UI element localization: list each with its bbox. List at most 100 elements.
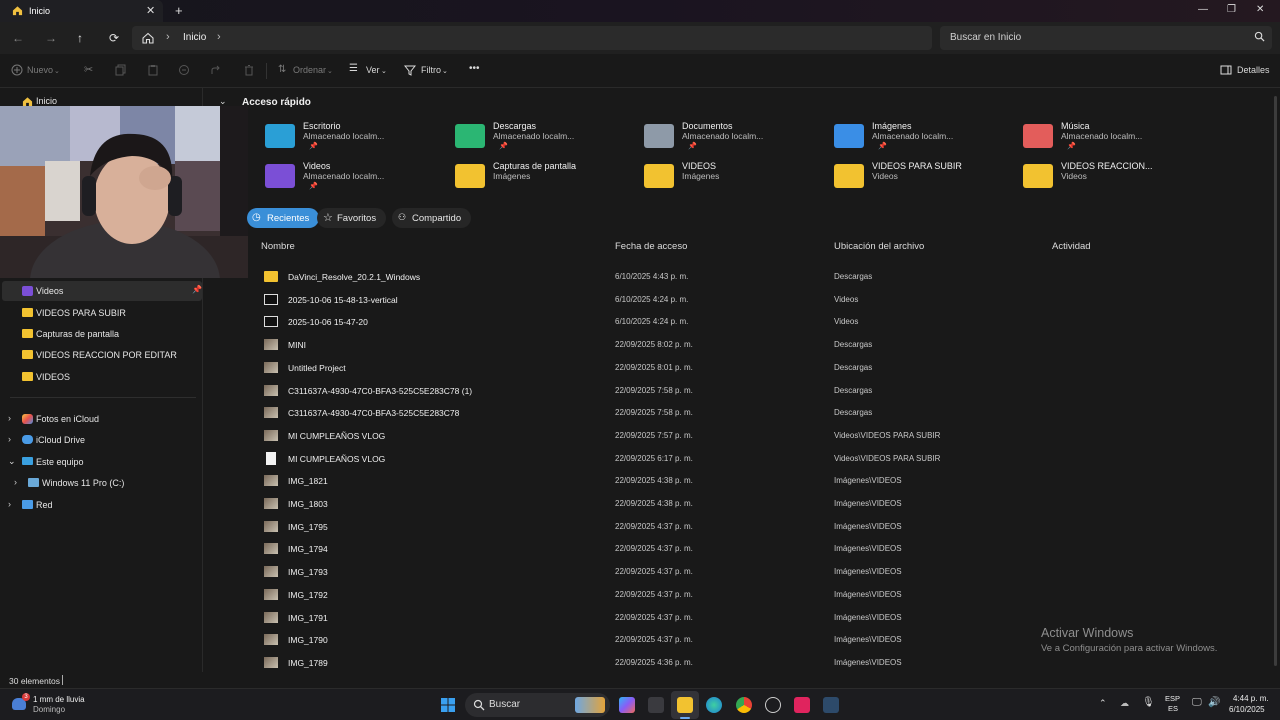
column-header-date[interactable]: Fecha de acceso [615,241,687,252]
view-button[interactable]: Ver [366,65,380,75]
table-row[interactable]: IMG_1794 22/09/2025 4:37 p. m. Imágenes\VI… [260,538,1270,561]
quick-access-item-imagenes[interactable]: Imágenes Almacenado localm... 📌 [834,121,1014,157]
file-explorer-icon[interactable] [677,697,693,713]
tiktok-icon[interactable] [794,697,810,713]
quick-access-item-videos[interactable]: Videos Almacenado localm... 📌 [265,161,445,197]
scrollbar[interactable] [1274,96,1277,666]
edge-icon[interactable] [706,697,722,713]
copy-icon[interactable] [115,64,127,76]
table-row[interactable]: IMG_1792 22/09/2025 4:37 p. m. Imágenes\VI… [260,584,1270,607]
filter-button[interactable]: Filtro [421,65,441,75]
chrome-icon[interactable] [736,697,752,713]
chevron-right-icon[interactable]: › [8,413,11,423]
table-row[interactable]: MI CUMPLEAÑOS VLOG 22/09/2025 6:17 p. m. V… [260,448,1270,471]
quick-access-item-capturas[interactable]: Capturas de pantalla Imágenes [455,161,635,197]
rename-icon[interactable] [178,64,190,76]
cloud-sync-icon[interactable]: ☁ [1120,698,1129,709]
sort-button[interactable]: Ordenar [293,65,326,75]
table-row[interactable]: C311637A-4930-47C0-BFA3-525C5E283C78 22/0… [260,402,1270,425]
tab-inicio[interactable]: Inicio ✕ [0,0,163,22]
weather-widget[interactable]: 3 1 mm de lluvia Domingo [8,693,108,717]
quick-access-item-videos-para-subir[interactable]: VIDEOS PARA SUBIR Videos [834,161,1014,197]
language-code[interactable]: ESP [1165,694,1180,703]
pin-icon: 📌 [309,143,318,150]
table-row[interactable]: IMG_1821 22/09/2025 4:38 p. m. Imágenes\VI… [260,470,1270,493]
cut-icon[interactable]: ✂ [84,63,93,76]
column-header-location[interactable]: Ubicación del archivo [834,241,924,252]
start-icon[interactable] [440,697,456,713]
chevron-right-icon[interactable]: › [8,434,11,444]
chevron-down-icon[interactable]: ⌄ [8,456,16,467]
clock-date[interactable]: 6/10/2025 [1229,705,1265,714]
pin-icon[interactable]: 📌 [192,285,202,294]
table-row[interactable]: MI CUMPLEAÑOS VLOG 22/09/2025 7:57 p. m. V… [260,425,1270,448]
address-bar[interactable]: › Inicio › [132,26,932,50]
chevron-right-icon[interactable]: › [166,31,170,43]
sidebar-item-icloud-drive[interactable]: › iCloud Drive [0,430,200,450]
table-row[interactable]: IMG_1795 22/09/2025 4:37 p. m. Imágenes\VI… [260,516,1270,539]
back-button[interactable]: ← [12,31,24,45]
column-header-name[interactable]: Nombre [261,241,295,252]
column-header-activity[interactable]: Actividad [1052,241,1091,252]
delete-icon[interactable] [243,64,255,76]
chevron-right-icon[interactable]: › [8,499,11,509]
search-input[interactable]: Buscar en Inicio [940,26,1272,50]
table-row[interactable]: C311637A-4930-47C0-BFA3-525C5E283C78 (1)… [260,380,1270,403]
details-button[interactable]: Detalles [1237,65,1270,75]
close-tab-icon[interactable]: ✕ [146,4,155,17]
quick-access-item-videos-folder[interactable]: VIDEOS Imágenes [644,161,824,197]
keyboard-layout[interactable]: ES [1168,704,1178,713]
new-tab-button[interactable]: + [175,3,183,18]
table-row[interactable]: DaVinci_Resolve_20.2.1_Windows 6/10/2025 … [260,266,1270,289]
chevron-right-icon[interactable]: › [14,477,17,487]
sidebar-item-fotos-icloud[interactable]: › Fotos en iCloud [0,409,200,429]
sidebar-item-capturas[interactable]: Capturas de pantalla [0,324,200,344]
share-icon[interactable] [210,64,222,76]
chevron-right-icon[interactable]: › [217,31,221,43]
table-row[interactable]: Untitled Project 22/09/2025 8:01 p. m. Des… [260,357,1270,380]
quick-access-item-escritorio[interactable]: Escritorio Almacenado localm... 📌 [265,121,445,157]
paste-icon[interactable] [147,64,159,76]
refresh-button[interactable]: ⟳ [109,31,119,45]
breadcrumb[interactable]: Inicio [183,32,206,43]
minimize-button[interactable]: — [1198,4,1208,15]
table-row[interactable]: MINI 22/09/2025 8:02 p. m. Descargas [260,334,1270,357]
sidebar-item-videos-para-subir[interactable]: VIDEOS PARA SUBIR [0,303,200,323]
chevron-down-icon[interactable]: ⌄ [219,96,227,107]
quick-access-item-videos-reaccion[interactable]: VIDEOS REACCION... Videos [1023,161,1203,197]
table-row[interactable]: 2025-10-06 15-47-20 6/10/2025 4:24 p. m. V… [260,311,1270,334]
store-icon[interactable] [648,697,664,713]
network-icon[interactable]: 🖵 [1192,697,1202,708]
quick-access-item-descargas[interactable]: Descargas Almacenado localm... 📌 [455,121,635,157]
sidebar-item-videos-reaccion[interactable]: VIDEOS REACCION POR EDITAR [0,345,200,365]
up-button[interactable]: ↑ [77,31,83,45]
sidebar-item-este-equipo[interactable]: ⌄ Este equipo [0,452,200,472]
sidebar-item-red[interactable]: › Red [0,495,200,515]
new-button[interactable]: Nuevo [27,65,53,75]
volume-icon[interactable]: 🔊 [1208,697,1220,708]
table-row[interactable]: 2025-10-06 15-48-13-vertical 6/10/2025 4:… [260,289,1270,312]
maximize-button[interactable]: ❐ [1227,4,1236,15]
tab-compartido[interactable]: ⚇ Compartido [392,208,472,228]
taskbar-search[interactable]: Buscar [465,693,610,717]
table-row[interactable]: IMG_1803 22/09/2025 4:38 p. m. Imágenes\VI… [260,493,1270,516]
sidebar-item-videos[interactable]: Videos 📌 [2,281,202,301]
close-window-button[interactable]: ✕ [1256,4,1264,15]
steam-icon[interactable] [765,697,781,713]
table-row[interactable]: IMG_1793 22/09/2025 4:37 p. m. Imágenes\VI… [260,561,1270,584]
tab-recientes[interactable]: ◷ Recientes [247,208,320,228]
tab-favoritos[interactable]: ☆ Favoritos [317,208,387,228]
quick-access-item-musica[interactable]: Música Almacenado localm... 📌 [1023,121,1203,157]
sidebar-item-label: Red [36,500,53,510]
sidebar-item-videos-folder[interactable]: VIDEOS [0,367,200,387]
copilot-icon[interactable] [619,697,635,713]
more-options-button[interactable]: ••• [469,63,480,74]
microphone-icon[interactable]: 🎙 [1142,697,1155,708]
quick-access-item-documentos[interactable]: Documentos Almacenado localm... 📌 [644,121,824,157]
app-icon[interactable] [823,697,839,713]
quick-access-header[interactable]: Acceso rápido [242,97,311,108]
forward-button[interactable]: → [45,31,57,45]
chevron-up-icon[interactable]: ⌃ [1099,698,1107,709]
clock-time[interactable]: 4:44 p. m. [1233,694,1269,703]
sidebar-item-windows-c[interactable]: › Windows 11 Pro (C:) [0,473,200,493]
